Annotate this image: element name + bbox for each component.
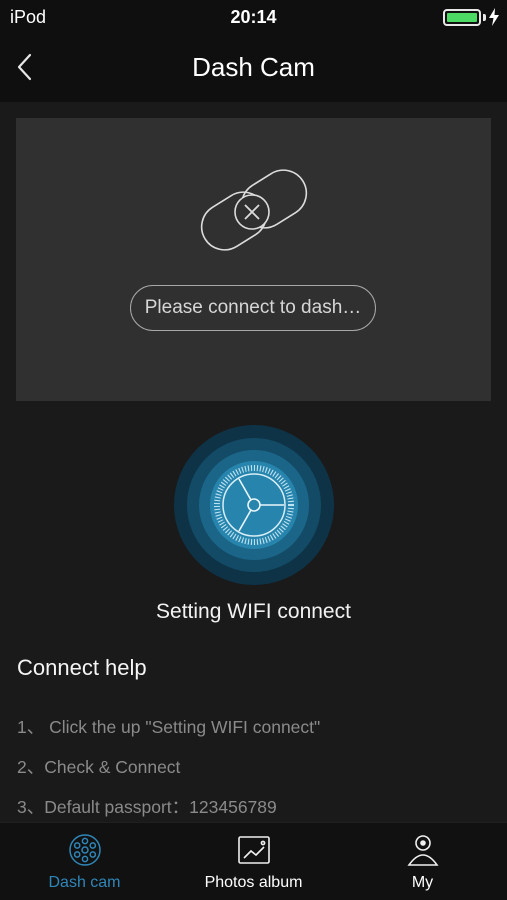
wifi-connect-button[interactable] [174, 425, 334, 585]
user-icon [406, 835, 439, 866]
help-step-2: 2、Check & Connect [17, 757, 181, 777]
status-bar: iPod 20:14 [0, 0, 507, 36]
tab-label: Photos album [204, 874, 303, 891]
connect-help-title: Connect help [17, 655, 147, 680]
photo-album-icon [237, 836, 270, 864]
tab-my[interactable]: My [338, 823, 507, 900]
charging-bolt-icon [489, 8, 499, 26]
clock: 20:14 [230, 7, 277, 27]
help-step-1: 1、 Click the up "Setting WIFI connect" [17, 717, 321, 737]
tab-dash-cam[interactable]: Dash cam [0, 823, 169, 900]
disconnected-link-icon [200, 169, 308, 251]
wifi-connect-label[interactable]: Setting WIFI connect [0, 600, 507, 624]
battery-icon [443, 9, 481, 26]
battery-tip [483, 14, 486, 21]
navigation-bar: Dash Cam [0, 36, 507, 102]
camera-preview-panel: Please connect to dash… [16, 118, 491, 401]
connect-hint-button[interactable]: Please connect to dash… [130, 285, 376, 331]
tab-bar: Dash cam Photos album My [0, 822, 507, 900]
battery-level [447, 13, 477, 22]
tab-label: Dash cam [48, 874, 121, 891]
help-step-3: 3、Default passport：123456789 [17, 797, 277, 817]
dash-cam-icon [68, 834, 101, 866]
page-title: Dash Cam [192, 52, 315, 82]
tab-label: My [411, 874, 434, 891]
tab-photos-album[interactable]: Photos album [169, 823, 338, 900]
